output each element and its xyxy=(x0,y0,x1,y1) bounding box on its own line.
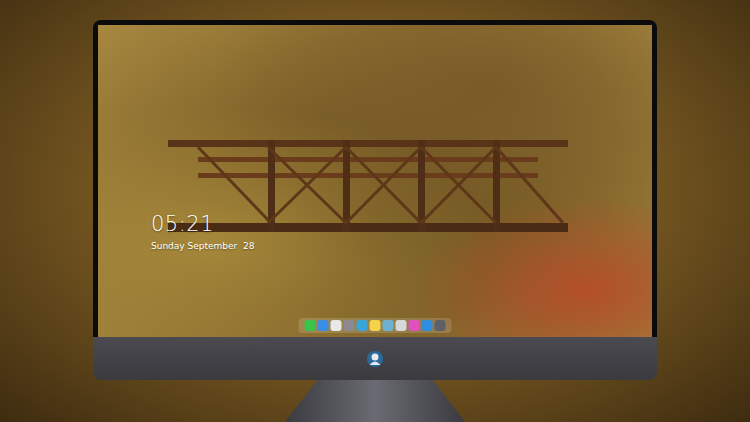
claquette-icon[interactable] xyxy=(357,320,368,331)
launchpad-icon[interactable] xyxy=(344,320,355,331)
finder-icon[interactable] xyxy=(318,320,329,331)
monitor-stand xyxy=(285,380,465,422)
itunes-icon[interactable] xyxy=(409,320,420,331)
dock xyxy=(299,318,452,333)
monitor: 05:21 Sunday September 28 xyxy=(93,20,657,422)
clock-time: 05:21 xyxy=(151,211,254,237)
notes-icon[interactable] xyxy=(370,320,381,331)
avatar-logo-icon xyxy=(366,350,384,368)
photos-icon[interactable] xyxy=(383,320,394,331)
safari-icon[interactable] xyxy=(331,320,342,331)
appstore-icon[interactable] xyxy=(422,320,433,331)
messages-icon[interactable] xyxy=(305,320,316,331)
monitor-chin xyxy=(93,337,657,380)
mail-icon[interactable] xyxy=(396,320,407,331)
lock-clock: 05:21 Sunday September 28 xyxy=(151,211,254,252)
camera-icon[interactable] xyxy=(435,320,446,331)
screen-bezel: 05:21 Sunday September 28 xyxy=(93,20,657,337)
bridge-icon xyxy=(168,135,568,245)
clock-date: Sunday September 28 xyxy=(151,240,254,252)
wallpaper-photo: 05:21 Sunday September 28 xyxy=(98,25,652,337)
